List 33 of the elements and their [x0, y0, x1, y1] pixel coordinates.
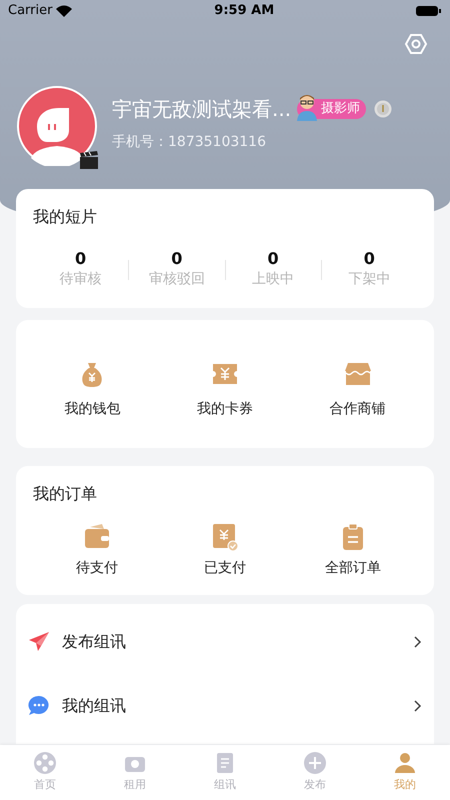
service-button[interactable]: 我的卡券: [158, 348, 292, 420]
section-title: 我的订单: [33, 483, 98, 505]
coin-icon: [374, 100, 392, 118]
stat-item[interactable]: 0 下架中: [322, 249, 417, 290]
film-reel-icon: [33, 751, 57, 775]
carrier-label: Carrier: [8, 2, 52, 20]
paper-plane-icon: [28, 631, 50, 653]
plus-icon: [303, 751, 327, 775]
paid-receipt-icon: [210, 522, 240, 552]
order-button[interactable]: 全部订单: [289, 522, 417, 579]
person-icon: [393, 751, 417, 775]
settings-button[interactable]: [404, 32, 428, 56]
settings-icon: [404, 32, 428, 56]
stat-item[interactable]: 0 待审核: [33, 249, 128, 290]
clapperboard-icon: [79, 150, 99, 170]
battery-icon: [416, 5, 442, 17]
menu-row[interactable]: 发布组讯: [28, 630, 422, 654]
order-button[interactable]: 已支付: [161, 522, 289, 579]
chevron-right-icon: [414, 636, 422, 648]
user-name: 宇宙无敌测试架看...: [112, 96, 292, 123]
stat-item[interactable]: 0 审核驳回: [129, 249, 224, 290]
chevron-right-icon: [414, 700, 422, 712]
section-title: 我的短片: [33, 206, 98, 228]
figure-icon: [295, 93, 320, 121]
stat-item[interactable]: 0 上映中: [226, 249, 321, 290]
order-button[interactable]: 待支付: [33, 522, 161, 579]
phone-number: 手机号：18735103116: [112, 133, 267, 152]
menu-row[interactable]: 我的组讯: [28, 694, 422, 718]
wifi-icon: [56, 5, 72, 17]
chat-bubble-icon: [28, 695, 50, 717]
service-button[interactable]: 合作商铺: [291, 348, 424, 420]
service-button[interactable]: 我的钱包: [26, 348, 159, 420]
clock-time: 9:59 AM: [214, 2, 274, 20]
